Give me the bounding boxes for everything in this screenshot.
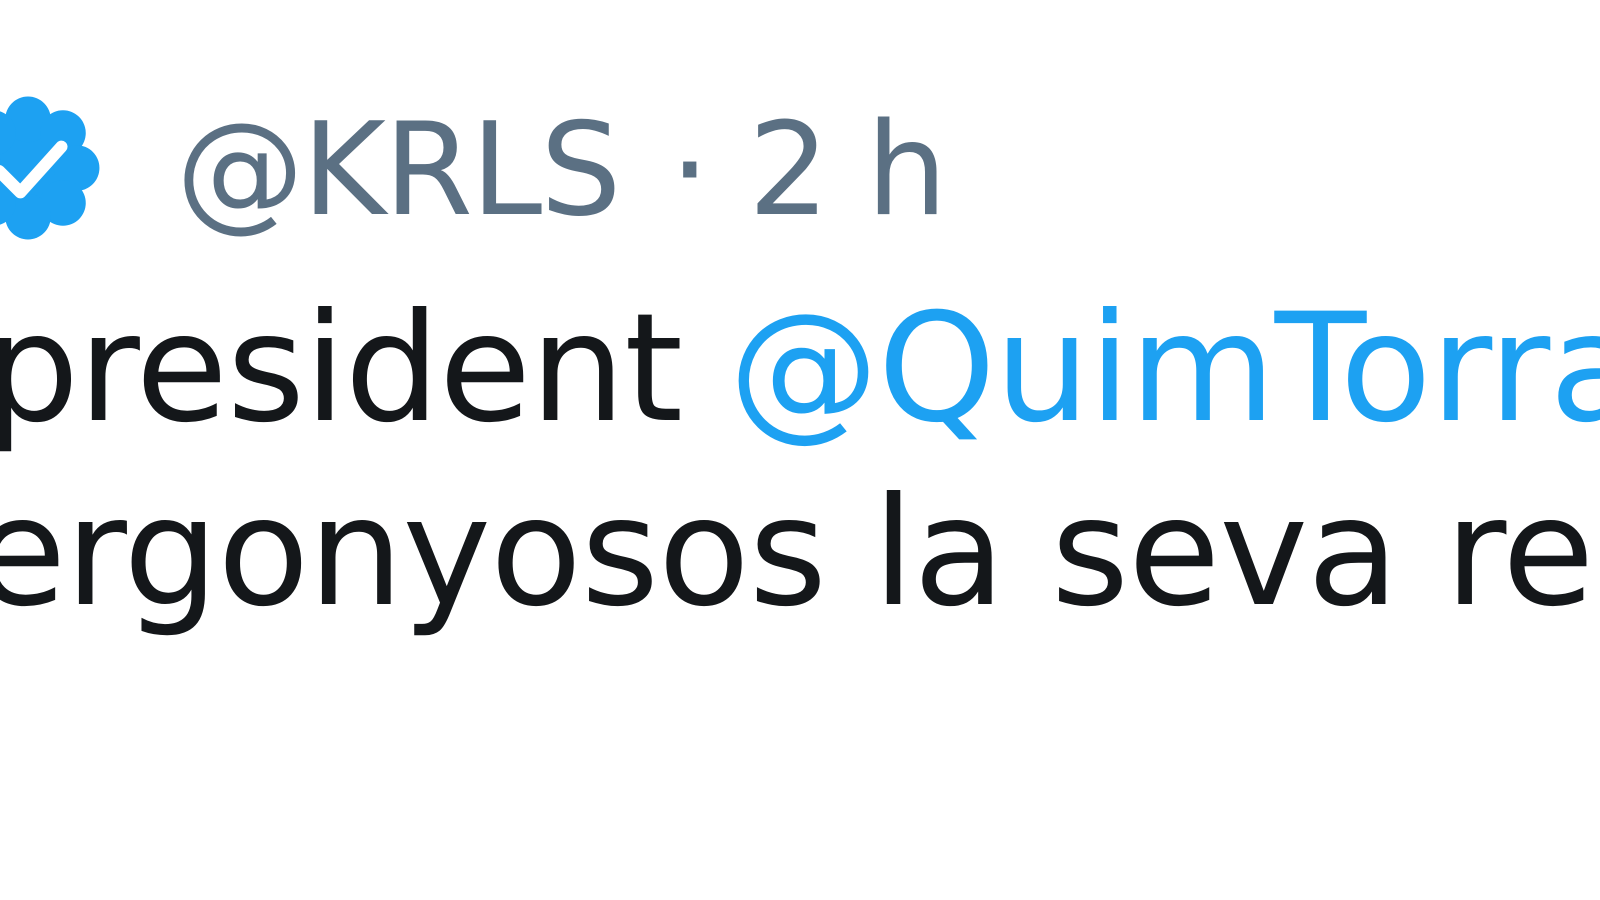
- verified-badge-icon: [0, 96, 100, 240]
- tweet-text-line-1: president @QuimTorraiPla: [0, 284, 1600, 454]
- tweet-text-prefix: president: [0, 282, 729, 456]
- tweet-meta: @KRLS · 2 h: [176, 96, 947, 246]
- user-handle[interactable]: @KRLS: [176, 96, 621, 245]
- tweet-viewport: @KRLS · 2 h president @QuimTorraiPla ergon…: [0, 0, 1600, 900]
- tweet-time[interactable]: 2 h: [748, 96, 947, 245]
- meta-separator: ·: [669, 96, 710, 245]
- mention-link[interactable]: @QuimTorraiPla: [729, 282, 1600, 456]
- tweet-text-line-2: ergonyosos la seva relació: [0, 466, 1600, 640]
